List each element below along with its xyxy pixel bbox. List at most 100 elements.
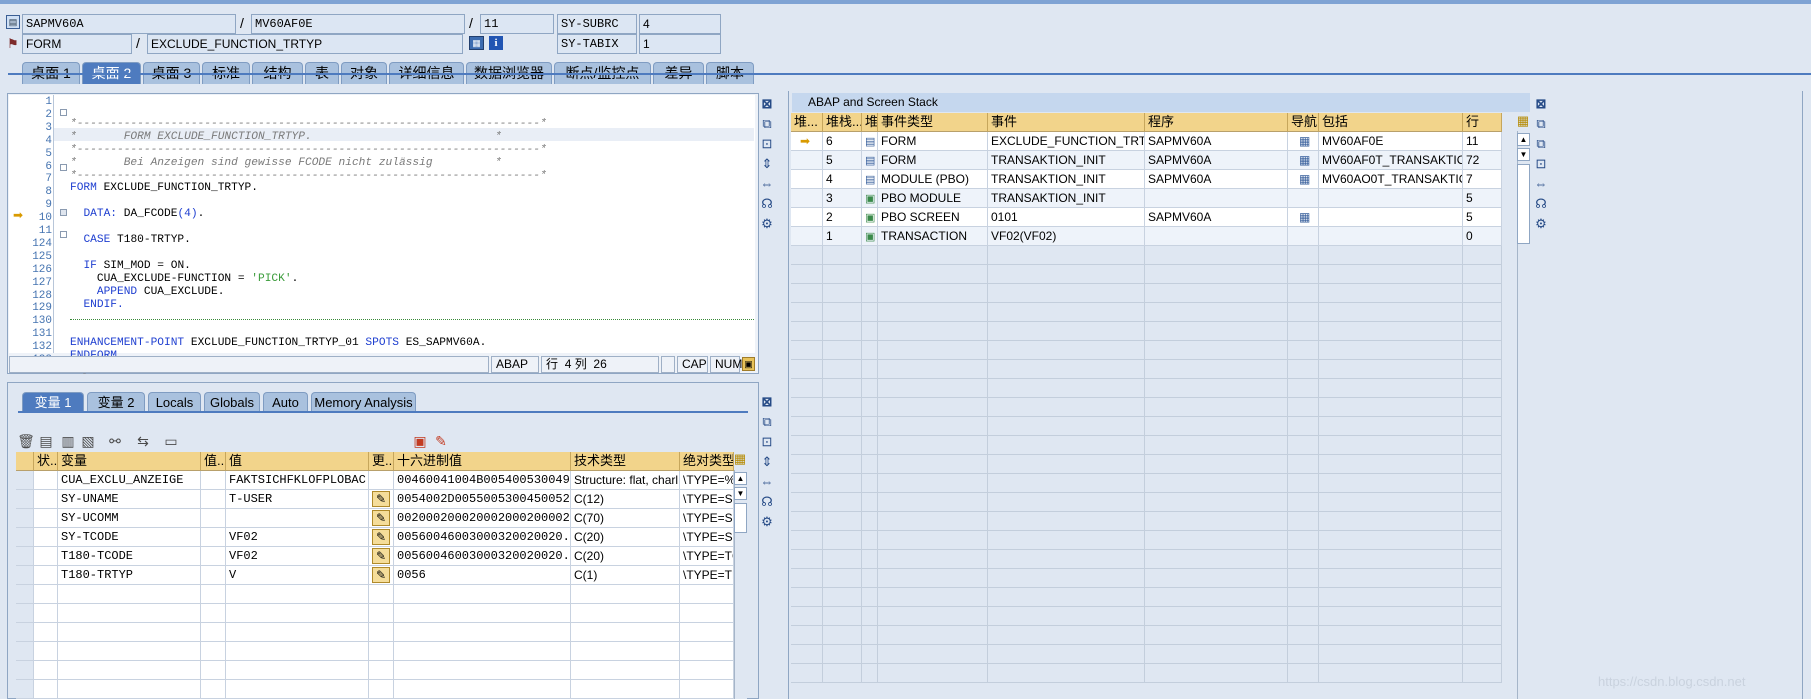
var-cell[interactable]: CUA_EXCLU_ANZEIGE	[58, 471, 201, 490]
stack-cell[interactable]: MV60AF0E	[1319, 132, 1463, 151]
stack-cell[interactable]	[791, 550, 823, 569]
stack-cell[interactable]	[862, 436, 878, 455]
stack-cell[interactable]: FORM	[878, 151, 988, 170]
var-cell[interactable]: \TYPE=SY	[680, 528, 734, 547]
stack-cell[interactable]	[878, 303, 988, 322]
stack-cell[interactable]	[1463, 379, 1502, 398]
stack-cell[interactable]	[1463, 645, 1502, 664]
event-name-field[interactable]: EXCLUDE_FUNCTION_TRTYP	[147, 34, 463, 54]
stack-cell[interactable]	[1145, 455, 1288, 474]
var-col-header[interactable]: 更...	[369, 452, 394, 471]
stack-cell[interactable]	[1145, 189, 1288, 208]
var-cell[interactable]	[226, 604, 369, 623]
stack-cell[interactable]	[823, 398, 862, 417]
stack-cell[interactable]	[878, 626, 988, 645]
stack-cell[interactable]: TRANSAKTION_INIT	[988, 170, 1145, 189]
var-cell[interactable]: SY-UCOMM	[58, 509, 201, 528]
stack-cell[interactable]	[823, 303, 862, 322]
stack-cell[interactable]	[1319, 493, 1463, 512]
close-icon[interactable]: ⊠	[758, 394, 776, 410]
stack-cell[interactable]	[1288, 417, 1319, 436]
var-cell[interactable]	[226, 680, 369, 699]
stack-cell[interactable]	[862, 626, 878, 645]
stack-cell[interactable]	[1145, 227, 1288, 246]
var-cell[interactable]: C(1)	[571, 566, 680, 585]
var-cell[interactable]	[34, 661, 58, 680]
var-cell[interactable]: T180-TRTYP	[58, 566, 201, 585]
var-cell[interactable]: \TYPE=TR	[680, 566, 734, 585]
var-cell[interactable]: C(12)	[571, 490, 680, 509]
stack-cell[interactable]	[823, 284, 862, 303]
var-cell[interactable]	[201, 471, 226, 490]
stack-cell[interactable]	[1145, 379, 1288, 398]
stack-cell[interactable]	[1319, 474, 1463, 493]
var-cell[interactable]	[369, 585, 394, 604]
expand-horizontal-icon[interactable]: ⇔	[758, 474, 776, 490]
var-cell[interactable]: ✎	[369, 490, 394, 509]
detach-icon[interactable]: ⧉	[758, 414, 776, 430]
var-cell[interactable]	[16, 585, 34, 604]
stack-cell[interactable]	[823, 531, 862, 550]
var-cell[interactable]: FAKTSICHFKLOFPLOBAC...	[226, 471, 369, 490]
edit-pencil-icon[interactable]: ✎	[372, 567, 390, 583]
var-cell[interactable]: 00560046003000320020020...	[394, 528, 571, 547]
stack-cell[interactable]: ▤	[862, 151, 878, 170]
stack-cell[interactable]	[823, 246, 862, 265]
stack-cell[interactable]	[1319, 417, 1463, 436]
var-cell[interactable]: SY-TCODE	[58, 528, 201, 547]
stack-cell[interactable]	[1145, 493, 1288, 512]
stack-cell[interactable]	[988, 360, 1145, 379]
var-cell[interactable]	[226, 585, 369, 604]
var-cell[interactable]	[680, 604, 734, 623]
save-layout-icon[interactable]: ▣	[411, 432, 429, 450]
stack-cell[interactable]	[988, 569, 1145, 588]
stack-cell[interactable]	[988, 265, 1145, 284]
stack-cell[interactable]	[1319, 208, 1463, 227]
var-col-header[interactable]: 值...	[201, 452, 226, 471]
stack-cell[interactable]	[988, 531, 1145, 550]
var-cell[interactable]	[16, 566, 34, 585]
stack-cell[interactable]	[878, 550, 988, 569]
stack-cell[interactable]	[988, 664, 1145, 683]
stack-cell[interactable]: ▦	[1288, 208, 1319, 227]
stack-cell[interactable]	[988, 341, 1145, 360]
stack-cell[interactable]	[823, 417, 862, 436]
vartab-6[interactable]: Memory Analysis	[311, 392, 416, 413]
expand-vertical-icon[interactable]: ⇕	[758, 454, 776, 470]
headset-icon[interactable]: ☊	[758, 494, 776, 510]
column-layout-icon[interactable]: ▦	[1514, 113, 1532, 129]
stack-cell[interactable]	[1145, 607, 1288, 626]
stack-cell[interactable]	[862, 664, 878, 683]
stack-cell[interactable]	[862, 379, 878, 398]
stack-cell[interactable]	[1288, 303, 1319, 322]
var-cell[interactable]	[34, 585, 58, 604]
stack-cell[interactable]	[791, 398, 823, 417]
stack-cell[interactable]	[862, 341, 878, 360]
stack-cell[interactable]	[823, 341, 862, 360]
stack-cell[interactable]	[862, 265, 878, 284]
stack-cell[interactable]	[791, 322, 823, 341]
stack-cell[interactable]	[1463, 436, 1502, 455]
var-cell[interactable]	[34, 566, 58, 585]
stack-cell[interactable]	[862, 512, 878, 531]
stack-cell[interactable]	[862, 474, 878, 493]
tools-icon[interactable]: ⚙	[758, 216, 776, 232]
var-cell[interactable]	[369, 471, 394, 490]
stack-cell[interactable]	[1288, 512, 1319, 531]
stack-cell[interactable]	[823, 550, 862, 569]
var-col-header[interactable]: 值	[226, 452, 369, 471]
stack-cell[interactable]	[1145, 664, 1288, 683]
var-cell[interactable]	[226, 642, 369, 661]
stack-cell[interactable]: SAPMV60A	[1145, 170, 1288, 189]
stack-cell[interactable]	[1288, 284, 1319, 303]
stack-cell[interactable]	[791, 360, 823, 379]
var-cell[interactable]	[680, 642, 734, 661]
stack-cell[interactable]	[862, 284, 878, 303]
stack-col-header[interactable]: 堆	[862, 113, 878, 132]
stack-cell[interactable]	[1145, 246, 1288, 265]
stack-cell[interactable]	[823, 436, 862, 455]
stack-cell[interactable]	[988, 246, 1145, 265]
stack-cell[interactable]: 2	[823, 208, 862, 227]
line-field[interactable]: 11	[480, 14, 554, 34]
stack-cell[interactable]	[1145, 265, 1288, 284]
